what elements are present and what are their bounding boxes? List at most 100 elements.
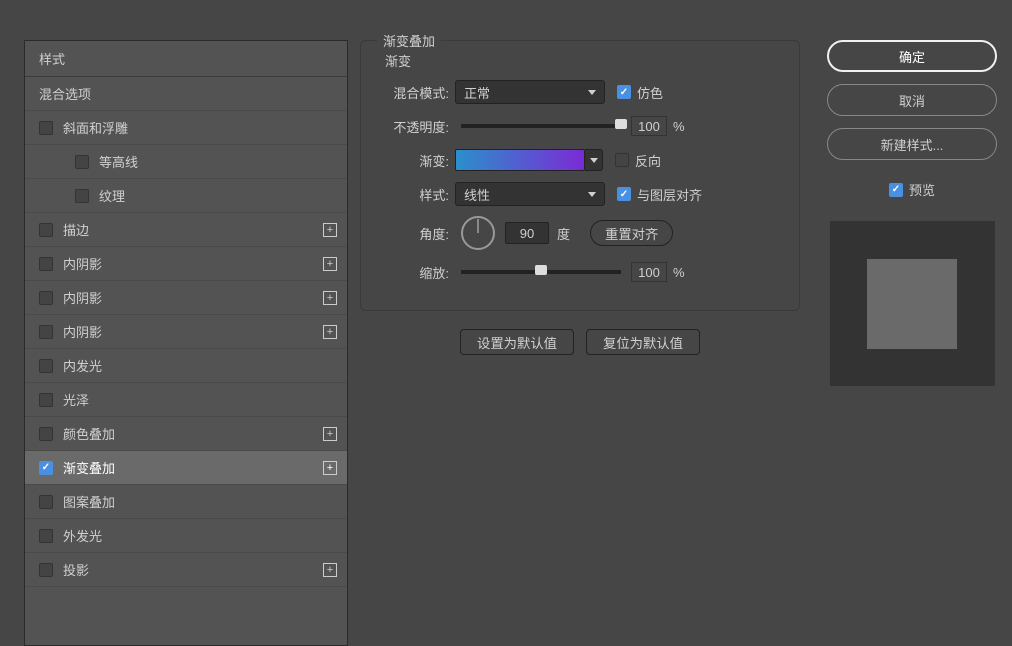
angle-unit-label: 度: [557, 224, 570, 243]
preview-checkbox[interactable]: [889, 183, 903, 197]
sidebar-item-label: 图案叠加: [63, 492, 115, 511]
sidebar-item-6[interactable]: 内阴影 +: [25, 315, 347, 349]
blend-mode-row: 混合模式: 正常 仿色: [377, 80, 783, 104]
blend-mode-label: 混合模式:: [377, 83, 449, 102]
dither-checkbox[interactable]: [617, 85, 631, 99]
opacity-slider-handle[interactable]: [615, 119, 627, 129]
gradient-preview[interactable]: [455, 149, 585, 171]
sidebar-item-label: 颜色叠加: [63, 424, 115, 443]
preview-label: 预览: [909, 180, 935, 199]
sidebar-item-12[interactable]: 外发光: [25, 519, 347, 553]
sidebar-item-10[interactable]: 渐变叠加 +: [25, 451, 347, 485]
right-panel: 确定 取消 新建样式... 预览: [812, 40, 1012, 646]
blend-mode-select[interactable]: 正常: [455, 80, 605, 104]
set-default-button[interactable]: 设置为默认值: [460, 329, 574, 355]
opacity-slider[interactable]: [461, 124, 621, 128]
plus-icon[interactable]: +: [323, 563, 337, 577]
style-row: 样式: 线性 与图层对齐: [377, 182, 783, 206]
sidebar-item-11[interactable]: 图案叠加: [25, 485, 347, 519]
opacity-input[interactable]: [631, 116, 667, 136]
align-label: 与图层对齐: [637, 185, 702, 204]
ok-button[interactable]: 确定: [827, 40, 997, 72]
sidebar-checkbox-13[interactable]: [39, 563, 53, 577]
opacity-label: 不透明度:: [377, 117, 449, 136]
sidebar-item-label: 内阴影: [63, 288, 102, 307]
sidebar-item-0[interactable]: 斜面和浮雕: [25, 111, 347, 145]
plus-icon[interactable]: +: [323, 291, 337, 305]
sidebar-header: 样式: [25, 41, 347, 77]
fieldset-title: 渐变叠加: [377, 31, 441, 50]
sidebar-title: 样式: [39, 49, 65, 68]
sidebar-item-5[interactable]: 内阴影 +: [25, 281, 347, 315]
reverse-label: 反向: [635, 151, 661, 170]
plus-icon[interactable]: +: [323, 427, 337, 441]
opacity-row: 不透明度: %: [377, 114, 783, 138]
plus-icon[interactable]: +: [323, 257, 337, 271]
default-buttons-row: 设置为默认值 复位为默认值: [360, 329, 800, 355]
percent-label-2: %: [673, 265, 685, 280]
gradient-dropdown-icon[interactable]: [585, 149, 603, 171]
style-value: 线性: [464, 185, 490, 204]
sidebar-item-9[interactable]: 颜色叠加 +: [25, 417, 347, 451]
sidebar-item-label: 内阴影: [63, 322, 102, 341]
sidebar-checkbox-4[interactable]: [39, 257, 53, 271]
sidebar-item-4[interactable]: 内阴影+: [25, 247, 347, 281]
sidebar-checkbox-7[interactable]: [39, 359, 53, 373]
gradient-label: 渐变:: [377, 151, 449, 170]
scale-slider-handle[interactable]: [535, 265, 547, 275]
blending-options-item[interactable]: 混合选项: [25, 77, 347, 111]
sidebar-checkbox-6[interactable]: [39, 325, 53, 339]
sidebar-item-8[interactable]: 光泽: [25, 383, 347, 417]
dither-label: 仿色: [637, 83, 663, 102]
sidebar-checkbox-3[interactable]: [39, 223, 53, 237]
plus-icon[interactable]: +: [323, 461, 337, 475]
blending-options-label: 混合选项: [39, 84, 91, 103]
main-panel: 渐变叠加 渐变 混合模式: 正常 仿色 不透明度: % 渐变: 反向: [348, 40, 812, 646]
scale-label: 缩放:: [377, 263, 449, 282]
sidebar-item-label: 光泽: [63, 390, 89, 409]
sidebar-checkbox-8[interactable]: [39, 393, 53, 407]
sidebar-checkbox-1[interactable]: [75, 155, 89, 169]
cancel-button[interactable]: 取消: [827, 84, 997, 116]
preview-row: 预览: [889, 180, 935, 199]
angle-row: 角度: 度 重置对齐: [377, 216, 783, 250]
scale-row: 缩放: %: [377, 260, 783, 284]
reset-align-button[interactable]: 重置对齐: [590, 220, 673, 246]
gradient-overlay-fieldset: 渐变叠加 渐变 混合模式: 正常 仿色 不透明度: % 渐变: 反向: [360, 40, 800, 311]
align-checkbox[interactable]: [617, 187, 631, 201]
scale-input[interactable]: [631, 262, 667, 282]
sidebar-item-label: 渐变叠加: [63, 458, 115, 477]
percent-label: %: [673, 119, 685, 134]
sidebar-checkbox-5[interactable]: [39, 291, 53, 305]
sidebar-item-1[interactable]: 等高线: [25, 145, 347, 179]
sidebar-item-3[interactable]: 描边 +: [25, 213, 347, 247]
reset-default-button[interactable]: 复位为默认值: [586, 329, 700, 355]
sidebar-checkbox-12[interactable]: [39, 529, 53, 543]
sidebar-checkbox-11[interactable]: [39, 495, 53, 509]
sidebar-item-label: 斜面和浮雕: [63, 118, 128, 137]
sidebar-checkbox-0[interactable]: [39, 121, 53, 135]
style-select[interactable]: 线性: [455, 182, 605, 206]
reverse-checkbox[interactable]: [615, 153, 629, 167]
angle-dial[interactable]: [461, 216, 495, 250]
preview-swatch: [830, 221, 995, 386]
blend-mode-value: 正常: [464, 83, 490, 102]
sidebar-checkbox-9[interactable]: [39, 427, 53, 441]
sidebar-item-2[interactable]: 纹理: [25, 179, 347, 213]
sidebar-item-label: 投影: [63, 560, 89, 579]
new-style-button[interactable]: 新建样式...: [827, 128, 997, 160]
style-label: 样式:: [377, 185, 449, 204]
styles-sidebar: 样式 混合选项 斜面和浮雕等高线纹理描边+内阴影+内阴影+内阴影+内发光光泽颜色…: [24, 40, 348, 646]
plus-icon[interactable]: +: [323, 223, 337, 237]
angle-label: 角度:: [377, 224, 449, 243]
sidebar-item-label: 外发光: [63, 526, 102, 545]
plus-icon[interactable]: +: [323, 325, 337, 339]
angle-input[interactable]: [505, 222, 549, 244]
gradient-subtitle: 渐变: [377, 51, 783, 70]
sidebar-checkbox-10[interactable]: [39, 461, 53, 475]
scale-slider[interactable]: [461, 270, 621, 274]
sidebar-checkbox-2[interactable]: [75, 189, 89, 203]
sidebar-item-7[interactable]: 内发光: [25, 349, 347, 383]
sidebar-item-13[interactable]: 投影 +: [25, 553, 347, 587]
sidebar-item-label: 描边: [63, 220, 89, 239]
